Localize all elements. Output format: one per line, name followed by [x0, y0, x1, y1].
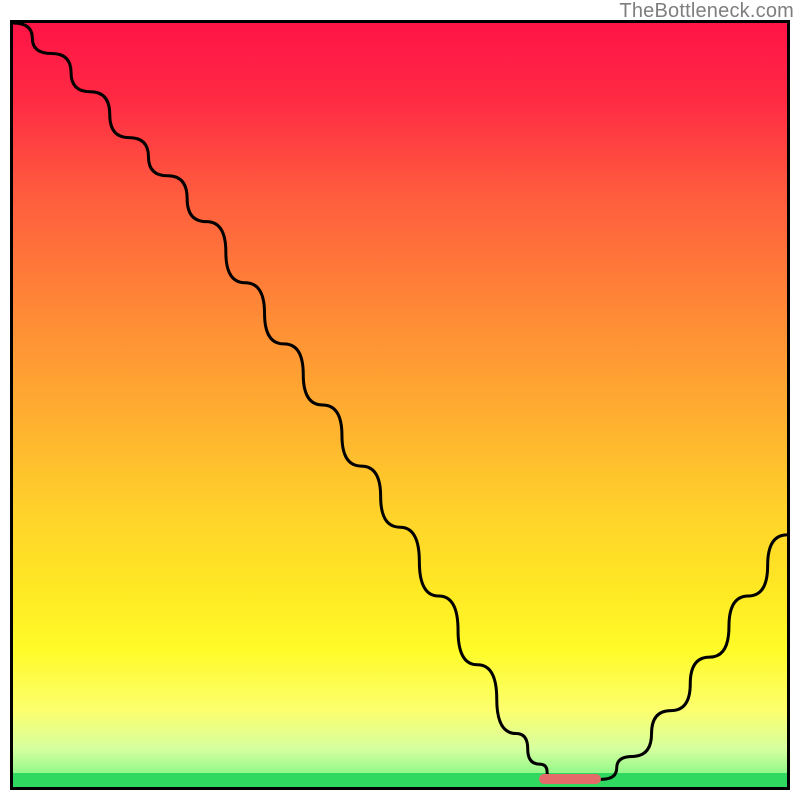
chart-frame — [10, 20, 790, 790]
minimum-marker — [539, 774, 601, 784]
chart-green-baseline — [13, 773, 787, 787]
chart-background-gradient — [13, 23, 787, 787]
